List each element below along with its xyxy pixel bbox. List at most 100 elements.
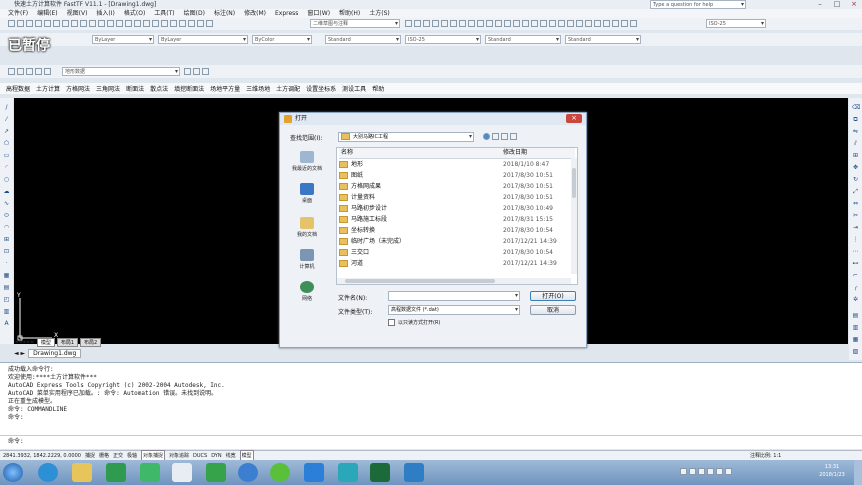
dim-layer-icon[interactable] bbox=[621, 20, 628, 27]
dim-jogged-icon[interactable] bbox=[450, 20, 457, 27]
dim-misc-icon[interactable] bbox=[630, 20, 637, 27]
qq-browser-icon[interactable] bbox=[304, 463, 324, 482]
list-item[interactable]: 河道 2017/12/21 14:39 bbox=[339, 259, 575, 269]
menu-section-method[interactable]: 断面法 bbox=[126, 84, 144, 93]
menu-triangle-method[interactable]: 三角网法 bbox=[96, 84, 120, 93]
dim-ordinate-icon[interactable] bbox=[432, 20, 439, 27]
chamfer-icon[interactable]: ⌐ bbox=[852, 272, 859, 279]
col-date[interactable]: 修改日期 bbox=[503, 148, 527, 158]
layer-walk-icon[interactable] bbox=[202, 68, 209, 75]
polygon-icon[interactable]: ⬠ bbox=[3, 140, 10, 147]
region-icon[interactable]: ◰ bbox=[3, 296, 10, 303]
dim-update-icon[interactable] bbox=[576, 20, 583, 27]
center-mark-icon[interactable] bbox=[531, 20, 538, 27]
rotate-icon[interactable]: ↻ bbox=[852, 176, 859, 183]
fillet-icon[interactable]: ╭ bbox=[852, 284, 859, 291]
menu-elevation-data[interactable]: 高程数据 bbox=[6, 84, 30, 93]
help-icon[interactable] bbox=[206, 20, 213, 27]
wechat-icon[interactable] bbox=[270, 463, 290, 482]
place-desktop[interactable]: 桌面 bbox=[284, 183, 330, 204]
layer-freeze-icon[interactable] bbox=[26, 68, 33, 75]
color-select[interactable]: ByColor bbox=[252, 35, 312, 44]
menu-express[interactable]: Express bbox=[275, 9, 298, 18]
menu-dimension[interactable]: 标注(N) bbox=[214, 9, 235, 18]
list-item[interactable]: 计量资料 2017/8/30 10:51 bbox=[339, 193, 575, 203]
new-icon[interactable] bbox=[8, 20, 15, 27]
cut-icon[interactable] bbox=[62, 20, 69, 27]
network-tray-icon[interactable] bbox=[707, 468, 714, 475]
filetype-select[interactable]: 高程数据文件 (*.dat) bbox=[388, 305, 520, 315]
grid-toggle[interactable]: 栅格 bbox=[99, 451, 109, 461]
erase-icon[interactable]: ⌫ bbox=[852, 104, 860, 111]
open-icon[interactable] bbox=[17, 20, 24, 27]
menu-format[interactable]: 格式(O) bbox=[124, 9, 145, 18]
stretch-icon[interactable]: ⇔ bbox=[852, 200, 859, 207]
tab-nav-icon[interactable]: ◄◄◄ ►► bbox=[14, 339, 35, 345]
dim-diameter-icon[interactable] bbox=[459, 20, 466, 27]
table-style-select[interactable]: Standard bbox=[485, 35, 561, 44]
file-nav-icon[interactable]: ◄ ► bbox=[14, 350, 25, 357]
dim-space-icon[interactable] bbox=[504, 20, 511, 27]
save-icon[interactable] bbox=[26, 20, 33, 27]
zoom-icon[interactable] bbox=[125, 20, 132, 27]
move-icon[interactable]: ✥ bbox=[852, 164, 859, 171]
dim-style-select[interactable]: ISO-25 bbox=[706, 19, 766, 28]
earthwork-app-icon[interactable] bbox=[404, 463, 424, 482]
new-folder-icon[interactable] bbox=[501, 133, 508, 140]
zoom-window-icon[interactable] bbox=[134, 20, 141, 27]
print-icon[interactable] bbox=[35, 20, 42, 27]
ducs-toggle[interactable]: DUCS bbox=[193, 451, 207, 461]
menu-survey-tools[interactable]: 测设工具 bbox=[342, 84, 366, 93]
dim-angular-icon[interactable] bbox=[468, 20, 475, 27]
place-computer[interactable]: 计算机 bbox=[284, 249, 330, 270]
snap-toggle[interactable]: 捕捉 bbox=[85, 451, 95, 461]
ellipse-icon[interactable]: ⬭ bbox=[3, 212, 10, 219]
file-list[interactable]: 名称 修改日期 地形 2018/1/10 8:47 图纸 2017/8/30 10:… bbox=[336, 147, 578, 285]
tab-layout2[interactable]: 布局2 bbox=[80, 337, 102, 347]
input-method-icon[interactable] bbox=[725, 468, 732, 475]
dialog-close-icon[interactable]: × bbox=[566, 114, 582, 123]
extend-icon[interactable]: ⇥ bbox=[852, 224, 859, 231]
quick-dim-icon[interactable] bbox=[477, 20, 484, 27]
layer-state-icon[interactable] bbox=[17, 68, 24, 75]
menu-earth-calc[interactable]: 土方计算 bbox=[36, 84, 60, 93]
workspace-select[interactable]: 二维草图与注释 bbox=[310, 19, 400, 28]
list-item[interactable]: 马路初步设计 2017/8/30 10:49 bbox=[339, 204, 575, 214]
make-current-icon[interactable] bbox=[184, 68, 191, 75]
pan-icon[interactable] bbox=[116, 20, 123, 27]
match-icon[interactable] bbox=[89, 20, 96, 27]
cloud-app-icon[interactable] bbox=[172, 463, 192, 482]
views-icon[interactable] bbox=[510, 133, 517, 140]
app-144-icon[interactable] bbox=[106, 463, 126, 482]
tab-layout1[interactable]: 布局1 bbox=[56, 337, 79, 347]
dim-aligned-icon[interactable] bbox=[414, 20, 421, 27]
browser-app-icon[interactable] bbox=[238, 463, 258, 482]
ortho-toggle[interactable]: 正交 bbox=[113, 451, 123, 461]
menu-earth-allocation[interactable]: 土方调配 bbox=[276, 84, 300, 93]
paste-icon[interactable] bbox=[80, 20, 87, 27]
wps-icon[interactable] bbox=[338, 463, 358, 482]
iqiyi-icon[interactable] bbox=[140, 463, 160, 482]
properties-icon[interactable] bbox=[152, 20, 159, 27]
list-item[interactable]: 临时广场（未完成） 2017/12/21 14:39 bbox=[339, 237, 575, 247]
layer-color-icon[interactable] bbox=[44, 68, 51, 75]
start-button[interactable] bbox=[3, 463, 23, 482]
dim-reassoc-icon[interactable] bbox=[612, 20, 619, 27]
menu-earthwork[interactable]: 土方(S) bbox=[369, 9, 390, 18]
cad-app-icon[interactable] bbox=[370, 463, 390, 482]
dyn-toggle[interactable]: DYN bbox=[211, 451, 221, 461]
ie-icon[interactable] bbox=[38, 463, 58, 482]
place-recent[interactable]: 我最近的文档 bbox=[284, 151, 330, 172]
point-icon[interactable]: · bbox=[3, 260, 10, 267]
volume-icon[interactable] bbox=[716, 468, 723, 475]
list-item[interactable]: 坐标转换 2017/8/30 10:54 bbox=[339, 226, 575, 236]
mtext-icon[interactable]: A bbox=[3, 320, 10, 327]
redo-icon[interactable] bbox=[107, 20, 114, 27]
hatch-icon[interactable]: ▦ bbox=[3, 272, 10, 279]
hscroll-thumb[interactable] bbox=[345, 279, 495, 283]
markup-icon[interactable] bbox=[188, 20, 195, 27]
copy-icon[interactable] bbox=[71, 20, 78, 27]
place-network[interactable]: 网络 bbox=[284, 281, 330, 302]
menu-window[interactable]: 窗口(W) bbox=[307, 9, 330, 18]
file-tab-drawing1[interactable]: Drawing1.dwg bbox=[28, 349, 82, 358]
